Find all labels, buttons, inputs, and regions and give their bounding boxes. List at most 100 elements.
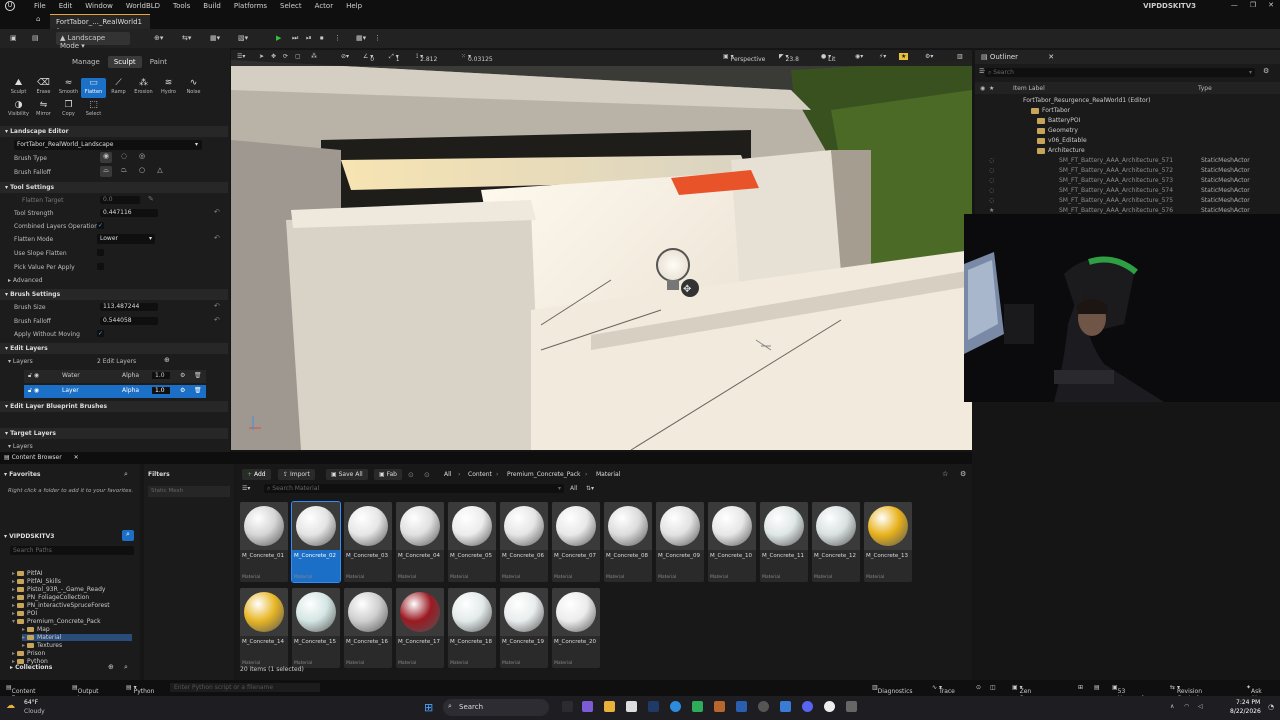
more-icon[interactable]: ⋮: [370, 32, 385, 45]
obs-icon[interactable]: [758, 701, 769, 712]
col-type[interactable]: Type: [1198, 85, 1212, 92]
close-icon[interactable]: ✕: [1268, 1, 1274, 9]
pattern-brush-icon[interactable]: ◎: [136, 152, 148, 163]
vscode-icon[interactable]: [736, 701, 747, 712]
folder-tree-item[interactable]: ▸ PitfAI_Skills: [12, 578, 132, 585]
snap-rotation[interactable]: ∠ 0 ▾: [363, 53, 374, 63]
content-drawer-button[interactable]: ▤ Content Drawer: [6, 684, 36, 702]
tool-sculpt[interactable]: ⛰ Sculpt: [6, 78, 31, 98]
alpha-field[interactable]: 1.0: [152, 372, 170, 379]
select-icon[interactable]: ➤: [259, 53, 264, 60]
brush-settings-section[interactable]: ▾ Brush Settings: [0, 289, 228, 300]
unsaved-button[interactable]: ▣ 53 Unsaved: [1112, 684, 1144, 702]
use-slope-checkbox[interactable]: [97, 249, 104, 256]
expand-icon[interactable]: ▸: [12, 594, 15, 601]
advanced-toggle[interactable]: ▸ Advanced: [8, 277, 43, 284]
ask-ai-button[interactable]: ✦ Ask AI: [1246, 684, 1262, 702]
brush-size-field[interactable]: 113.487244: [100, 303, 158, 311]
menu-item-select[interactable]: Select: [280, 2, 302, 10]
record-icon[interactable]: ⊙: [976, 684, 981, 691]
notification-icon[interactable]: ◔: [1268, 703, 1274, 711]
lock-icon[interactable]: 🔓︎: [28, 387, 32, 394]
folder-tree-item[interactable]: ▸ Pistol_93R_-_Game_Ready: [12, 586, 132, 593]
tool-noise[interactable]: ∿ Noise: [181, 78, 206, 98]
edge-icon[interactable]: [670, 701, 681, 712]
outliner-row[interactable]: ◌ SM_FT_Battery_AAA_Architecture_575 Stati…: [975, 197, 1280, 207]
minimize-icon[interactable]: —: [1231, 1, 1238, 9]
show-icon[interactable]: ◉▾: [855, 53, 863, 60]
asset-tile[interactable]: M_Concrete_11 Material: [760, 502, 808, 582]
alpha-field[interactable]: 1.0: [152, 387, 170, 394]
asset-search-input[interactable]: ⌕ Search Material ▾: [264, 484, 564, 493]
breadcrumb-content[interactable]: Content: [468, 471, 492, 478]
asset-tile[interactable]: M_Concrete_20 Material: [552, 588, 600, 668]
menu-item-edit[interactable]: Edit: [59, 2, 73, 10]
smooth-falloff-icon[interactable]: ⌓: [100, 166, 112, 177]
save-icon[interactable]: ▣: [6, 32, 21, 45]
visibility-icon[interactable]: ◌: [989, 177, 994, 184]
tip-falloff-icon[interactable]: △: [154, 166, 166, 177]
maximize-icon[interactable]: ❐: [1250, 1, 1256, 9]
diagnostics-button[interactable]: ▥ Diagnostics: [872, 684, 913, 695]
step-icon[interactable]: ⏭: [288, 32, 302, 45]
save-all-button[interactable]: ▣ Save All: [326, 469, 368, 480]
asset-tile[interactable]: M_Concrete_12 Material: [812, 502, 860, 582]
menu-item-file[interactable]: File: [34, 2, 46, 10]
import-button[interactable]: ⇪ Import: [278, 469, 315, 480]
asset-tile[interactable]: M_Concrete_04 Material: [396, 502, 444, 582]
asset-tile[interactable]: M_Concrete_18 Material: [448, 588, 496, 668]
expand-icon[interactable]: ▸: [12, 602, 15, 609]
expand-icon[interactable]: ▸: [22, 642, 25, 649]
volume-icon[interactable]: ◁: [1198, 703, 1203, 710]
apply-without-moving-checkbox[interactable]: ✓: [97, 330, 104, 337]
layer-row-layer[interactable]: 🔓︎ ◉ Layer Alpha 1.0 ⚙ 🗑︎: [24, 385, 206, 398]
world-icon[interactable]: ⊞: [1078, 684, 1083, 691]
viewport-settings-icon[interactable]: ⚙▾: [925, 53, 933, 60]
visibility-icon[interactable]: ★: [989, 207, 994, 214]
snap-value-a[interactable]: ⟟ 2.812 ▾: [416, 53, 437, 63]
unreal-icon[interactable]: [824, 701, 835, 712]
app-icon[interactable]: [692, 701, 703, 712]
eye-icon[interactable]: ◉: [34, 387, 39, 394]
rotate-icon[interactable]: ⟳: [283, 53, 288, 60]
folder-tree-item[interactable]: ▾ Premium_Concrete_Pack: [12, 618, 132, 625]
tab-paint[interactable]: Paint: [144, 56, 173, 68]
browse-icon[interactable]: ▤: [28, 32, 43, 45]
layer-row-water[interactable]: 🔓︎ ◉ Water Alpha 1.0 ⚙ 🗑︎: [24, 370, 206, 383]
back-icon[interactable]: ⊙: [424, 471, 430, 479]
wifi-icon[interactable]: ◠: [1184, 703, 1189, 710]
tool-hydro[interactable]: ≋ Hydro: [156, 78, 181, 98]
play-options-icon[interactable]: ⋮: [330, 32, 345, 45]
combined-layers-checkbox[interactable]: ✓: [97, 222, 104, 229]
snap-value-b[interactable]: ⁙ 0.03125 ▾: [461, 53, 493, 63]
folder-tree-item[interactable]: ▸ PN_interactiveSpruceForest: [12, 602, 132, 609]
asset-tile[interactable]: M_Concrete_05 Material: [448, 502, 496, 582]
search-paths-input[interactable]: Search Paths: [10, 546, 134, 555]
favorites-toggle[interactable]: ▾ Favorites: [4, 471, 40, 478]
outliner-row[interactable]: v06_Editable: [975, 137, 1280, 147]
blueprint-brushes-section[interactable]: ▾ Edit Layer Blueprint Brushes: [0, 401, 228, 412]
asset-tile[interactable]: M_Concrete_19 Material: [500, 588, 548, 668]
console-input[interactable]: Enter Python script or a filename: [170, 683, 320, 692]
target-layers-section[interactable]: ▾ Target Layers: [0, 428, 228, 439]
breadcrumb-material[interactable]: Material: [596, 471, 620, 478]
viewport-menu-icon[interactable]: ☰▾: [237, 53, 245, 60]
expand-icon[interactable]: ▸: [12, 570, 15, 577]
reset-icon[interactable]: ↶: [214, 302, 220, 310]
filter-icon[interactable]: ☰▾: [242, 485, 250, 492]
tool-smooth[interactable]: ≈ Smooth: [56, 78, 81, 98]
copilot-icon[interactable]: [582, 701, 593, 712]
tool-erosion[interactable]: ⁂ Erosion: [131, 78, 156, 98]
close-icon[interactable]: ✕: [74, 454, 79, 461]
taskbar-search[interactable]: ⌕ Search: [443, 699, 549, 716]
asset-tile[interactable]: M_Concrete_13 Material: [864, 502, 912, 582]
outliner-row[interactable]: FortTabor_Resurgence_RealWorld1 (Editor): [975, 97, 1280, 107]
fov-field[interactable]: ◤ 23.8 ▾: [779, 53, 799, 63]
reset-icon[interactable]: ↶: [214, 208, 220, 216]
expand-icon[interactable]: ▸: [12, 586, 15, 593]
play-icon[interactable]: ▶: [272, 32, 285, 45]
home-icon[interactable]: ⌂: [36, 15, 40, 23]
project-root[interactable]: ▾ VIPDDSKITV3: [4, 533, 54, 540]
tool-erase[interactable]: ⌫ Erase: [31, 78, 56, 98]
outliner-row[interactable]: ◌ SM_FT_Battery_AAA_Architecture_573 Stati…: [975, 177, 1280, 187]
